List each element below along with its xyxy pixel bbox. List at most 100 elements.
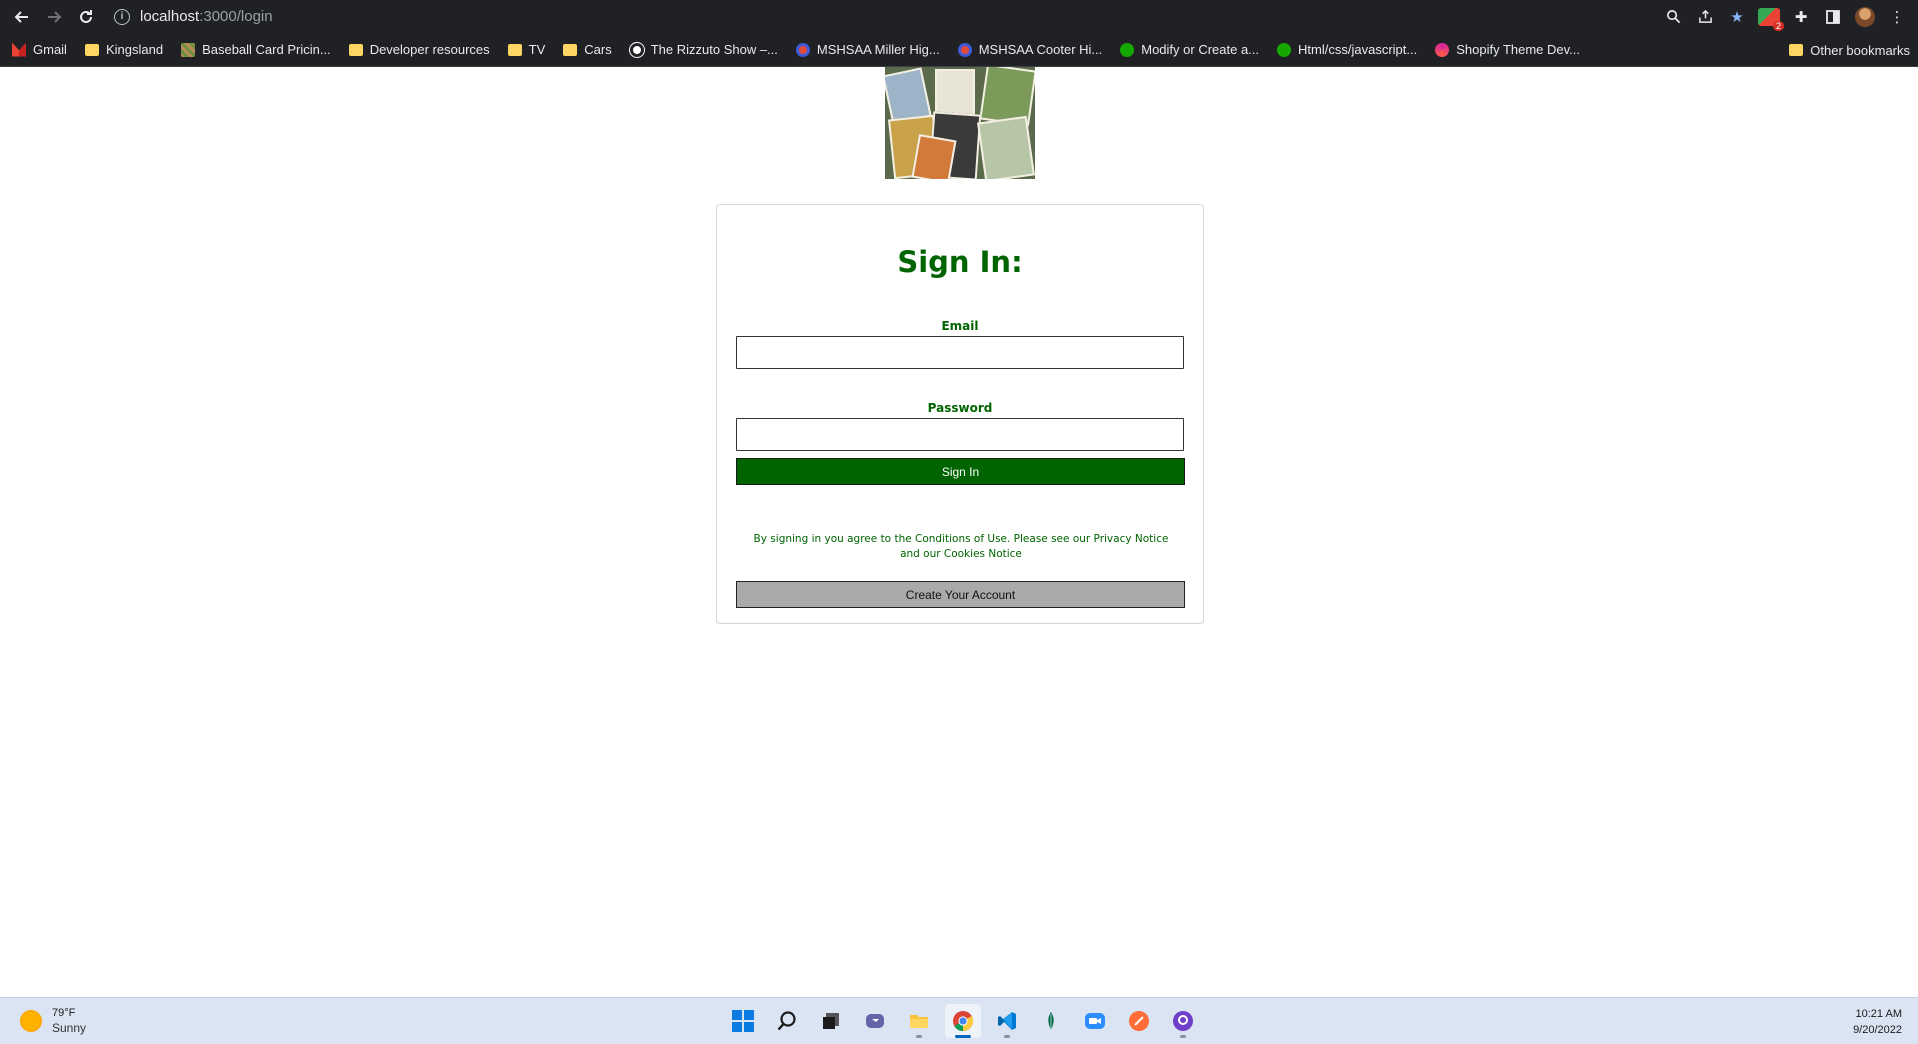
other-bookmarks[interactable]: Other bookmarks (1789, 33, 1910, 67)
side-panel-icon (1826, 9, 1840, 24)
bookmark-label: Modify or Create a... (1141, 42, 1260, 57)
clock-date: 9/20/2022 (1853, 1024, 1902, 1036)
bookmark-label: MSHSAA Miller Hig... (816, 42, 940, 57)
star-icon: ★ (1730, 8, 1744, 26)
forward-button[interactable] (38, 1, 70, 33)
bookmark-label: Developer resources (369, 42, 490, 57)
other-bookmarks-label: Other bookmarks (1810, 42, 1910, 58)
weather-widget[interactable]: 79°F Sunny (20, 1006, 86, 1036)
url-host: localhost (140, 8, 200, 25)
share-icon (1698, 9, 1712, 23)
mshsaa-icon (957, 42, 972, 57)
upwork-icon (1120, 42, 1135, 57)
sign-in-button[interactable]: Sign In (736, 458, 1185, 485)
password-field[interactable] (736, 418, 1184, 451)
card-icon (181, 42, 196, 57)
chrome-button[interactable] (945, 1004, 981, 1038)
task-view-icon (823, 1013, 839, 1029)
side-panel-button[interactable] (1820, 4, 1846, 30)
extensions-menu-button[interactable]: ✚ (1788, 4, 1814, 30)
chrome-icon (953, 1011, 974, 1032)
bookmark-star-button[interactable]: ★ (1724, 4, 1750, 30)
bookmark-label: TV (528, 42, 546, 57)
browser-menu-button[interactable]: ⋮ (1884, 4, 1910, 30)
bookmark-item[interactable]: Html/css/javascript... (1277, 42, 1417, 57)
temperature: 79°F (52, 1007, 76, 1019)
magnifier-icon (1666, 10, 1680, 24)
vscode-button[interactable] (989, 1004, 1025, 1038)
github-desktop-icon (1173, 1011, 1193, 1031)
bookmark-label: The Rizzuto Show –... (650, 42, 778, 57)
legal-notice: By signing in you agree to the Condition… (753, 533, 1169, 560)
upwork-icon (1277, 42, 1292, 57)
browser-toolbar: i localhost:3000/login ★ 2 ✚ ⋮ (0, 0, 1918, 33)
create-account-button[interactable]: Create Your Account (736, 581, 1185, 608)
running-indicator (955, 1035, 971, 1038)
search-icon (777, 1011, 796, 1031)
bookmark-item[interactable]: MSHSAA Cooter Hi... (957, 42, 1103, 57)
arrow-left-icon (14, 10, 28, 23)
gmail-icon (12, 42, 26, 57)
bookmark-item[interactable]: Kingsland (84, 42, 164, 57)
github-desktop-button[interactable] (1165, 1004, 1201, 1038)
mongodb-icon (1048, 1012, 1054, 1030)
address-bar[interactable]: i localhost:3000/login (114, 2, 1624, 31)
postman-icon (1129, 1011, 1149, 1031)
bookmark-label: Kingsland (105, 42, 164, 57)
bookmark-label: Gmail (33, 42, 67, 57)
file-explorer-icon (910, 1015, 928, 1028)
folder-icon (1789, 44, 1804, 56)
weather-condition: Sunny (52, 1021, 87, 1035)
bookmark-item[interactable]: Modify or Create a... (1120, 42, 1259, 57)
zoom-button[interactable] (1660, 4, 1686, 30)
sun-icon (20, 1010, 42, 1032)
zoom-app-button[interactable] (1077, 1004, 1113, 1038)
mongodb-button[interactable] (1033, 1004, 1069, 1038)
bookmark-label: Cars (584, 42, 612, 57)
back-button[interactable] (6, 1, 38, 33)
email-field[interactable] (736, 336, 1184, 369)
task-view-button[interactable] (813, 1004, 849, 1038)
file-explorer-button[interactable] (901, 1004, 937, 1038)
folder-icon (84, 43, 99, 56)
extension-button[interactable]: 2 (1756, 4, 1784, 31)
bookmark-item[interactable]: Developer resources (348, 42, 490, 57)
running-indicator (1180, 1035, 1186, 1038)
windows-start-icon (732, 1010, 754, 1032)
search-button[interactable] (769, 1004, 805, 1038)
teams-button[interactable] (857, 1004, 893, 1038)
taskbar-apps (725, 1004, 1201, 1038)
bookmark-item[interactable]: Cars (563, 42, 612, 57)
folder-icon (348, 43, 363, 56)
login-page: Sign In: Email Password Sign In By signi… (0, 67, 1918, 997)
bookmark-label: MSHSAA Cooter Hi... (978, 42, 1103, 57)
bookmark-item[interactable]: Baseball Card Pricin... (181, 42, 331, 57)
bookmark-item[interactable]: Shopify Theme Dev... (1435, 42, 1580, 57)
reload-button[interactable] (70, 1, 102, 33)
start-button[interactable] (725, 1004, 761, 1038)
extension-icon: 2 (1758, 7, 1784, 31)
sign-in-card: Sign In: Email Password Sign In By signi… (716, 204, 1204, 624)
bookmark-label: Html/css/javascript... (1298, 42, 1418, 57)
site-info-icon[interactable]: i (114, 8, 130, 25)
postman-button[interactable] (1121, 1004, 1157, 1038)
running-indicator (916, 1035, 922, 1038)
bookmark-item[interactable]: TV (507, 42, 546, 57)
bookmark-label: Shopify Theme Dev... (1456, 42, 1581, 57)
page-title: Sign In: (897, 245, 1023, 279)
password-label: Password (927, 401, 993, 415)
kebab-menu-icon: ⋮ (1889, 8, 1905, 26)
taskbar: 79°F Sunny 10:21 AM 9/20/2022 (0, 997, 1918, 1044)
running-indicator (1004, 1035, 1010, 1038)
reload-icon (80, 9, 92, 23)
system-clock[interactable]: 10:21 AM 9/20/2022 (1853, 1006, 1902, 1038)
share-button[interactable] (1692, 4, 1718, 30)
bookmark-item[interactable]: The Rizzuto Show –... (628, 41, 778, 58)
bookmark-item[interactable]: Gmail (12, 42, 67, 57)
profile-button[interactable] (1852, 4, 1878, 30)
circle-icon (628, 41, 645, 58)
browser-actions: ★ 2 ✚ ⋮ (1660, 0, 1910, 33)
mshsaa-icon (795, 42, 810, 57)
extension-badge: 2 (1772, 20, 1784, 31)
bookmark-item[interactable]: MSHSAA Miller Hig... (795, 42, 940, 57)
